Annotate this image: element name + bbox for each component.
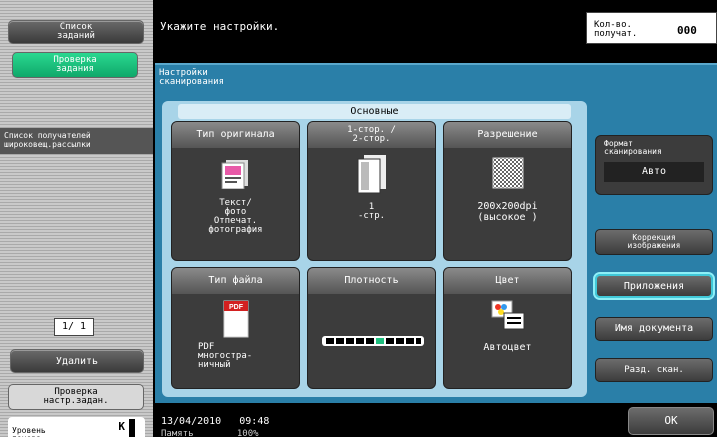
resolution-title: Разрешение <box>444 122 571 148</box>
scan-format-value: Авто <box>604 162 704 182</box>
file-type-title: Тип файла <box>172 268 299 294</box>
job-list-button[interactable]: Список заданий <box>8 20 144 44</box>
single-sided-page-icon <box>357 155 386 194</box>
original-type-value: Текст/ фото Отпечат. фотография <box>208 198 263 235</box>
tab-basic[interactable]: Основные <box>178 104 571 119</box>
delete-button[interactable]: Удалить <box>10 349 144 373</box>
left-sidebar: Список заданий Проверка задания Список п… <box>0 0 153 437</box>
density-title: Плотность <box>308 268 435 294</box>
color-value: Автоцвет <box>483 342 532 353</box>
screen: Список заданий Проверка задания Список п… <box>0 0 717 437</box>
job-check-button[interactable]: Проверка задания <box>12 52 138 78</box>
panel-title: Настройки сканирования <box>159 68 225 87</box>
ok-button[interactable]: OK <box>628 407 714 435</box>
resolution-button[interactable]: Разрешение 200x200dpi (высокое ) <box>443 121 572 261</box>
scan-settings-panel: Настройки сканирования Основные Тип ориг… <box>155 63 717 403</box>
memory-display: Память 100% <box>161 429 259 437</box>
auto-color-icon <box>491 300 525 330</box>
file-type-value: PDF многостра- ничный <box>198 342 253 370</box>
original-type-button[interactable]: Тип оригинала Текст/ фото Отпечат. фотог… <box>171 121 300 261</box>
document-name-button[interactable]: Имя документа <box>595 317 713 341</box>
basic-tab-area: Основные Тип оригинала Текст/ фото Отпеч… <box>162 101 587 397</box>
toner-level-indicator: Уровень тонера K <box>8 417 145 437</box>
check-job-settings-button[interactable]: Проверка настр.задан. <box>8 384 144 410</box>
density-button[interactable]: Плотность <box>307 267 436 389</box>
status-bar: 13/04/2010 09:48 Память 100% OK <box>155 403 717 437</box>
text-photo-document-icon <box>221 160 248 189</box>
pdf-file-icon: PDF <box>223 300 249 338</box>
density-scale-icon <box>322 336 424 346</box>
scan-format-label: Формат сканирования <box>604 139 662 156</box>
toner-color-label: K <box>118 420 125 433</box>
datetime-display: 13/04/2010 09:48 <box>161 416 270 427</box>
duplex-value: 1 -стр. <box>357 202 386 221</box>
page-indicator: 1/ 1 <box>54 318 94 336</box>
image-correction-button[interactable]: Коррекция изображения <box>595 229 713 255</box>
color-title: Цвет <box>444 268 571 294</box>
color-button[interactable]: Цвет Автоцвет <box>443 267 572 389</box>
file-type-button[interactable]: Тип файла PDF PDF многостра- ничный <box>171 267 300 389</box>
broadcast-recipients-list-button[interactable]: Список получателей широковещ.рассылки <box>0 128 153 154</box>
original-type-title: Тип оригинала <box>172 122 299 148</box>
separate-scan-button[interactable]: Разд. скан. <box>595 358 713 382</box>
toner-level-label: Уровень тонера <box>12 426 46 437</box>
copies-label: Кол-во. получат. <box>594 20 638 39</box>
scan-format-button[interactable]: Формат сканирования Авто <box>595 135 713 195</box>
svg-text:PDF: PDF <box>229 304 244 311</box>
copies-value: 000 <box>677 24 697 37</box>
applications-button[interactable]: Приложения <box>595 274 713 298</box>
duplex-button[interactable]: 1-стор. / 2-стор. 1 -стр. <box>307 121 436 261</box>
instruction-message: Укажите настройки. <box>160 20 280 33</box>
duplex-title: 1-стор. / 2-стор. <box>308 122 435 148</box>
resolution-value: 200x200dpi (высокое ) <box>477 201 538 223</box>
copies-counter: Кол-во. получат. 000 <box>586 12 717 44</box>
resolution-grid-icon <box>492 157 524 189</box>
toner-bar-icon <box>129 419 135 437</box>
